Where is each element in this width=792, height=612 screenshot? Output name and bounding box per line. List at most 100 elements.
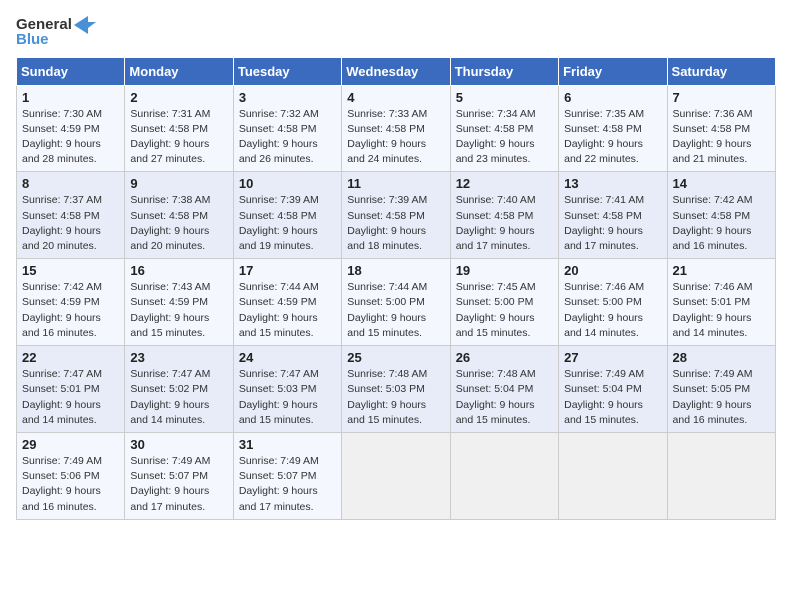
day-number: 7 (673, 90, 770, 105)
day-number: 3 (239, 90, 336, 105)
day-info: Sunrise: 7:39 AMSunset: 4:58 PMDaylight:… (239, 193, 336, 254)
day-info: Sunrise: 7:36 AMSunset: 4:58 PMDaylight:… (673, 107, 770, 168)
cell-week1-day1: 2 Sunrise: 7:31 AMSunset: 4:58 PMDayligh… (125, 85, 233, 172)
day-info: Sunrise: 7:38 AMSunset: 4:58 PMDaylight:… (130, 193, 227, 254)
cell-week3-day6: 21 Sunrise: 7:46 AMSunset: 5:01 PMDaylig… (667, 259, 775, 346)
cell-week2-day5: 13 Sunrise: 7:41 AMSunset: 4:58 PMDaylig… (559, 172, 667, 259)
day-info: Sunrise: 7:48 AMSunset: 5:03 PMDaylight:… (347, 367, 444, 428)
day-info: Sunrise: 7:39 AMSunset: 4:58 PMDaylight:… (347, 193, 444, 254)
cell-week4-day1: 23 Sunrise: 7:47 AMSunset: 5:02 PMDaylig… (125, 346, 233, 433)
cell-week4-day3: 25 Sunrise: 7:48 AMSunset: 5:03 PMDaylig… (342, 346, 450, 433)
day-info: Sunrise: 7:41 AMSunset: 4:58 PMDaylight:… (564, 193, 661, 254)
cell-week5-day3 (342, 433, 450, 520)
day-info: Sunrise: 7:40 AMSunset: 4:58 PMDaylight:… (456, 193, 553, 254)
day-number: 27 (564, 350, 661, 365)
cell-week5-day1: 30 Sunrise: 7:49 AMSunset: 5:07 PMDaylig… (125, 433, 233, 520)
cell-week4-day5: 27 Sunrise: 7:49 AMSunset: 5:04 PMDaylig… (559, 346, 667, 433)
cell-week4-day6: 28 Sunrise: 7:49 AMSunset: 5:05 PMDaylig… (667, 346, 775, 433)
day-info: Sunrise: 7:45 AMSunset: 5:00 PMDaylight:… (456, 280, 553, 341)
day-number: 16 (130, 263, 227, 278)
cell-week2-day4: 12 Sunrise: 7:40 AMSunset: 4:58 PMDaylig… (450, 172, 558, 259)
cell-week4-day4: 26 Sunrise: 7:48 AMSunset: 5:04 PMDaylig… (450, 346, 558, 433)
day-info: Sunrise: 7:49 AMSunset: 5:07 PMDaylight:… (239, 454, 336, 515)
cell-week2-day3: 11 Sunrise: 7:39 AMSunset: 4:58 PMDaylig… (342, 172, 450, 259)
cell-week1-day0: 1 Sunrise: 7:30 AMSunset: 4:59 PMDayligh… (17, 85, 125, 172)
day-number: 19 (456, 263, 553, 278)
day-number: 21 (673, 263, 770, 278)
day-info: Sunrise: 7:30 AMSunset: 4:59 PMDaylight:… (22, 107, 119, 168)
day-number: 11 (347, 176, 444, 191)
header-sunday: Sunday (17, 57, 125, 85)
day-number: 9 (130, 176, 227, 191)
page-header: General Blue (16, 16, 776, 49)
day-number: 13 (564, 176, 661, 191)
day-info: Sunrise: 7:49 AMSunset: 5:04 PMDaylight:… (564, 367, 661, 428)
day-info: Sunrise: 7:49 AMSunset: 5:07 PMDaylight:… (130, 454, 227, 515)
day-info: Sunrise: 7:34 AMSunset: 4:58 PMDaylight:… (456, 107, 553, 168)
day-info: Sunrise: 7:48 AMSunset: 5:04 PMDaylight:… (456, 367, 553, 428)
cell-week1-day5: 6 Sunrise: 7:35 AMSunset: 4:58 PMDayligh… (559, 85, 667, 172)
day-info: Sunrise: 7:44 AMSunset: 4:59 PMDaylight:… (239, 280, 336, 341)
day-info: Sunrise: 7:46 AMSunset: 5:01 PMDaylight:… (673, 280, 770, 341)
day-number: 23 (130, 350, 227, 365)
header-friday: Friday (559, 57, 667, 85)
cell-week5-day0: 29 Sunrise: 7:49 AMSunset: 5:06 PMDaylig… (17, 433, 125, 520)
logo-text-blue: Blue (16, 32, 49, 49)
day-info: Sunrise: 7:35 AMSunset: 4:58 PMDaylight:… (564, 107, 661, 168)
day-number: 10 (239, 176, 336, 191)
day-number: 25 (347, 350, 444, 365)
day-info: Sunrise: 7:47 AMSunset: 5:02 PMDaylight:… (130, 367, 227, 428)
day-info: Sunrise: 7:42 AMSunset: 4:58 PMDaylight:… (673, 193, 770, 254)
day-number: 2 (130, 90, 227, 105)
day-number: 31 (239, 437, 336, 452)
day-info: Sunrise: 7:42 AMSunset: 4:59 PMDaylight:… (22, 280, 119, 341)
day-info: Sunrise: 7:46 AMSunset: 5:00 PMDaylight:… (564, 280, 661, 341)
logo: General Blue (16, 16, 96, 49)
calendar-table: SundayMondayTuesdayWednesdayThursdayFrid… (16, 57, 776, 520)
day-number: 12 (456, 176, 553, 191)
cell-week5-day5 (559, 433, 667, 520)
day-number: 15 (22, 263, 119, 278)
cell-week2-day0: 8 Sunrise: 7:37 AMSunset: 4:58 PMDayligh… (17, 172, 125, 259)
cell-week3-day1: 16 Sunrise: 7:43 AMSunset: 4:59 PMDaylig… (125, 259, 233, 346)
cell-week2-day6: 14 Sunrise: 7:42 AMSunset: 4:58 PMDaylig… (667, 172, 775, 259)
day-info: Sunrise: 7:33 AMSunset: 4:58 PMDaylight:… (347, 107, 444, 168)
day-number: 18 (347, 263, 444, 278)
day-number: 29 (22, 437, 119, 452)
cell-week5-day2: 31 Sunrise: 7:49 AMSunset: 5:07 PMDaylig… (233, 433, 341, 520)
cell-week3-day0: 15 Sunrise: 7:42 AMSunset: 4:59 PMDaylig… (17, 259, 125, 346)
day-number: 30 (130, 437, 227, 452)
header-wednesday: Wednesday (342, 57, 450, 85)
cell-week5-day6 (667, 433, 775, 520)
day-number: 28 (673, 350, 770, 365)
cell-week2-day2: 10 Sunrise: 7:39 AMSunset: 4:58 PMDaylig… (233, 172, 341, 259)
logo-bird-icon (74, 16, 96, 34)
cell-week3-day5: 20 Sunrise: 7:46 AMSunset: 5:00 PMDaylig… (559, 259, 667, 346)
header-monday: Monday (125, 57, 233, 85)
day-info: Sunrise: 7:47 AMSunset: 5:03 PMDaylight:… (239, 367, 336, 428)
cell-week2-day1: 9 Sunrise: 7:38 AMSunset: 4:58 PMDayligh… (125, 172, 233, 259)
day-number: 4 (347, 90, 444, 105)
day-info: Sunrise: 7:32 AMSunset: 4:58 PMDaylight:… (239, 107, 336, 168)
day-info: Sunrise: 7:37 AMSunset: 4:58 PMDaylight:… (22, 193, 119, 254)
day-number: 17 (239, 263, 336, 278)
day-info: Sunrise: 7:43 AMSunset: 4:59 PMDaylight:… (130, 280, 227, 341)
cell-week4-day2: 24 Sunrise: 7:47 AMSunset: 5:03 PMDaylig… (233, 346, 341, 433)
day-number: 22 (22, 350, 119, 365)
cell-week1-day4: 5 Sunrise: 7:34 AMSunset: 4:58 PMDayligh… (450, 85, 558, 172)
header-saturday: Saturday (667, 57, 775, 85)
day-number: 24 (239, 350, 336, 365)
day-number: 8 (22, 176, 119, 191)
day-number: 1 (22, 90, 119, 105)
cell-week3-day3: 18 Sunrise: 7:44 AMSunset: 5:00 PMDaylig… (342, 259, 450, 346)
cell-week5-day4 (450, 433, 558, 520)
day-number: 26 (456, 350, 553, 365)
header-thursday: Thursday (450, 57, 558, 85)
day-number: 20 (564, 263, 661, 278)
header-tuesday: Tuesday (233, 57, 341, 85)
day-number: 14 (673, 176, 770, 191)
cell-week1-day2: 3 Sunrise: 7:32 AMSunset: 4:58 PMDayligh… (233, 85, 341, 172)
day-info: Sunrise: 7:49 AMSunset: 5:06 PMDaylight:… (22, 454, 119, 515)
cell-week4-day0: 22 Sunrise: 7:47 AMSunset: 5:01 PMDaylig… (17, 346, 125, 433)
cell-week3-day4: 19 Sunrise: 7:45 AMSunset: 5:00 PMDaylig… (450, 259, 558, 346)
